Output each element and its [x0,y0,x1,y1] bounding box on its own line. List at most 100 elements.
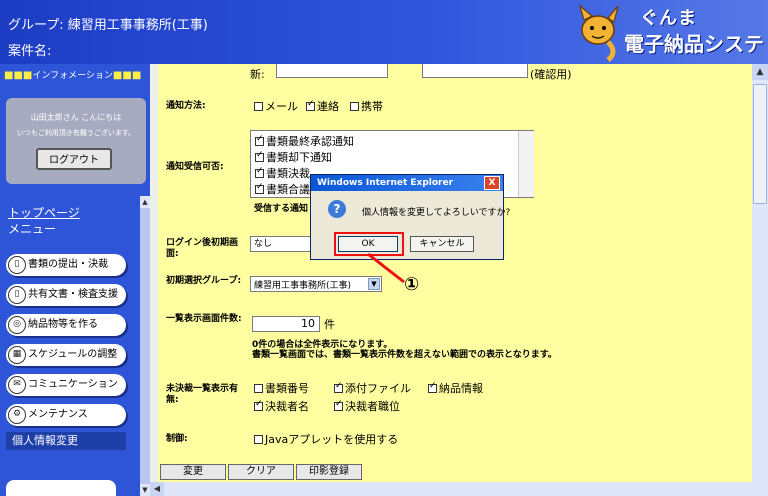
cancel-button[interactable]: キャンセル [410,236,474,252]
brand-name-top: ぐんま [640,8,697,29]
sidebar-item-label: コミュニケーション [28,379,118,390]
main-form-area [158,64,752,482]
wrench-icon: ⚙ [8,406,26,424]
main-scroll-up-icon[interactable]: ▲ [752,64,768,80]
checkbox[interactable] [306,99,315,111]
checkbox-label: 書類番号 [265,382,309,395]
user-thanks: いつもご利用頂き有難うございます。 [16,129,136,137]
checkbox[interactable] [254,399,263,411]
pending-attachment[interactable]: 添付ファイル [334,380,411,396]
list-item-label: 書類合議 [266,183,310,196]
sidebar-item-label: 納品物等を作る [28,319,98,330]
calendar-icon: ▦ [8,346,26,364]
callout-number: ① [404,274,420,295]
checkbox-label: 連絡 [317,100,339,113]
sidebar-item-maintenance[interactable]: ⚙ メンテナンス [6,404,126,426]
checkbox-label: 納品情報 [439,382,483,395]
checkbox[interactable] [254,102,263,111]
pending-doc-number[interactable]: 書類番号 [254,380,309,396]
scroll-left-icon[interactable]: ◀ [150,482,164,496]
notify-method-label: 通知方法: [166,101,206,111]
close-icon[interactable]: X [484,176,500,190]
seal-register-button[interactable]: 印影登録 [296,464,362,480]
checkbox-label: 携帯 [361,100,383,113]
change-button[interactable]: 変更 [160,464,226,480]
sidebar-item-label: 書類の提出・決裁 [28,259,108,270]
checkbox-label: Javaアプレットを使用する [265,433,399,446]
information-title: インフォメーション [32,71,113,81]
confirm-label: (確認用) [530,68,572,81]
list-item[interactable]: 書類決裁 [255,165,310,181]
sidebar-item-deliverables[interactable]: ◎ 納品物等を作る [6,314,126,336]
sidebar-scroll-down-icon[interactable]: ▼ [140,484,150,496]
pending-approver-name[interactable]: 決裁者名 [254,398,309,414]
checkbox-label: 決裁者名 [265,400,309,413]
sidebar-item-current[interactable]: 個人情報変更 [6,432,126,450]
main-left-border [150,64,158,496]
top-page-link[interactable]: トップページ [8,204,80,221]
avatar [6,480,116,496]
checkbox[interactable] [350,102,359,111]
callout-arrow [367,252,405,284]
list-item-label: 書類決裁 [266,167,310,180]
list-count-label: 一覧表示画面件数: [166,314,242,324]
sidebar-item-communication[interactable]: ✉ コミュニケーション [6,374,126,396]
list-count-note-2: 書類一覧画面では、書類一覧表示件数を超えない範囲での表示となります。 [252,350,557,360]
dialog-title: Windows Internet Explorer [311,175,503,191]
logout-button[interactable]: ログアウト [36,148,112,170]
pending-list-label: 未決裁一覧表示有無: [166,384,239,405]
notify-method-contact[interactable]: 連絡 [306,98,339,114]
list-item-label: 書類却下通知 [266,151,332,164]
notify-recv-scrollbar[interactable] [518,131,534,197]
checkbox[interactable] [255,134,264,146]
project-name-label: 案件名: [8,44,52,59]
sidebar-item-documents[interactable]: ▯ 書類の提出・決裁 [6,254,126,276]
list-count-unit: 件 [324,318,335,331]
checkbox[interactable] [254,384,263,393]
init-group-value: 練習用工事事務所(工事) [254,281,352,291]
information-heading: ■■■インフォメーション■■■ [4,70,142,81]
checkbox[interactable] [255,166,264,178]
list-count-input[interactable]: 10 [252,316,320,332]
checkbox[interactable] [334,399,343,411]
main-scroll-thumb[interactable] [753,84,767,204]
sidebar-item-label: メンテナンス [28,409,88,420]
checkbox[interactable] [254,435,263,444]
sidebar-item-shared[interactable]: ▯ 共有文書・検査支援 [6,284,126,306]
group-label: グループ: 練習用工事事務所(工事) [8,18,208,33]
mail-icon: ✉ [8,376,26,394]
list-item[interactable]: 書類却下通知 [255,149,332,165]
confirm-password-field[interactable] [422,64,528,78]
disc-icon: ◎ [8,316,26,334]
list-item[interactable]: 書類最終承認通知 [255,133,354,149]
sidebar-item-schedule[interactable]: ▦ スケジュールの調整 [6,344,126,366]
notify-recv-note: 受信する通知 [254,204,309,214]
clear-button[interactable]: クリア [228,464,294,480]
checkbox[interactable] [255,182,264,194]
dialog-message: 個人情報を変更してよろしいですか? [362,208,511,218]
new-password-label: 新: [250,68,265,81]
new-password-field[interactable] [276,64,388,78]
sidebar-scroll-up-icon[interactable]: ▲ [140,196,150,208]
menu-heading: メニュー [8,222,57,236]
login-page-label: ログイン後初期画面: [166,238,239,259]
pending-approver-title[interactable]: 決裁者職位 [334,398,400,414]
notify-recv-label: 通知受信可否: [166,162,224,172]
list-item[interactable]: 書類合議 [255,181,310,197]
sidebar-item-label: スケジュールの調整 [28,349,118,360]
checkbox[interactable] [428,381,437,393]
user-greeting: 山田太郎さん こんにちは [30,113,122,122]
shared-document-icon: ▯ [8,286,26,304]
sidebar-scrollbar[interactable] [140,196,150,496]
checkbox[interactable] [334,381,343,393]
question-icon: ? [328,200,346,218]
checkbox-label: 決裁者職位 [345,400,400,413]
list-item-label: 書類最終承認通知 [266,135,354,148]
pending-delivery-info[interactable]: 納品情報 [428,380,483,396]
notify-method-mobile[interactable]: 携帯 [350,98,383,114]
horizontal-scrollbar[interactable] [150,482,768,496]
sidebar-item-label: 共有文書・検査支援 [28,289,118,300]
control-java-applet[interactable]: Javaアプレットを使用する [254,431,398,447]
checkbox[interactable] [255,150,264,162]
notify-method-email[interactable]: メール [254,98,298,114]
